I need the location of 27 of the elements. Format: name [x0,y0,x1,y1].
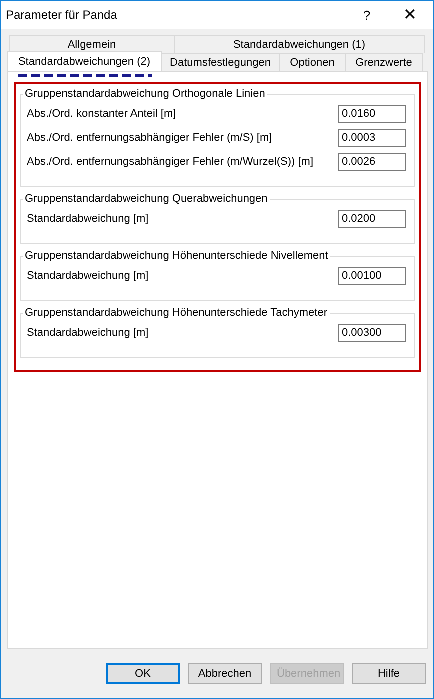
close-button[interactable]: ✕ [387,1,433,29]
field-label: Abs./Ord. entfernungsabhängiger Fehler (m/S) [m] [27,132,272,144]
group-title: Gruppenstandardabweichung Höhenunterschiede Nivellement [24,250,330,262]
field-label: Standardabweichung [m] [27,213,149,225]
group-title: Gruppenstandardabweichung Höhenunterschiede Tachymeter [24,307,328,319]
group-title: Gruppenstandardabweichung Querabweichungen [24,193,269,205]
field-label: Standardabweichung [m] [27,270,149,282]
window-title: Parameter für Panda [6,8,118,22]
dialog-button[interactable]: Abbrechen [188,663,262,684]
input-field[interactable]: 0.0003 [338,129,406,147]
input-field[interactable]: 0.0026 [338,153,406,171]
help-button[interactable]: ? [347,1,387,29]
tab[interactable]: Datumsfestlegungen [161,53,280,71]
input-field[interactable]: 0.0200 [338,210,406,228]
tab[interactable]: Standardabweichungen (2) [7,51,162,71]
group-title: Gruppenstandardabweichung Orthogonale Linien [24,88,266,100]
tab[interactable]: Grenzwerte [345,53,423,71]
input-field[interactable]: 0.00100 [338,267,406,285]
tab[interactable]: Standardabweichungen (1) [174,35,425,53]
dialog-button[interactable]: Hilfe [352,663,426,684]
input-field[interactable]: 0.0160 [338,105,406,123]
field-label: Standardabweichung [m] [27,327,149,339]
tab[interactable]: Optionen [279,53,346,71]
input-field[interactable]: 0.00300 [338,324,406,342]
dialog-button[interactable]: OK [106,663,180,684]
field-label: Abs./Ord. konstanter Anteil [m] [27,108,176,120]
field-label: Abs./Ord. entfernungsabhängiger Fehler (m/Wurzel(S)) [m] [27,156,314,168]
